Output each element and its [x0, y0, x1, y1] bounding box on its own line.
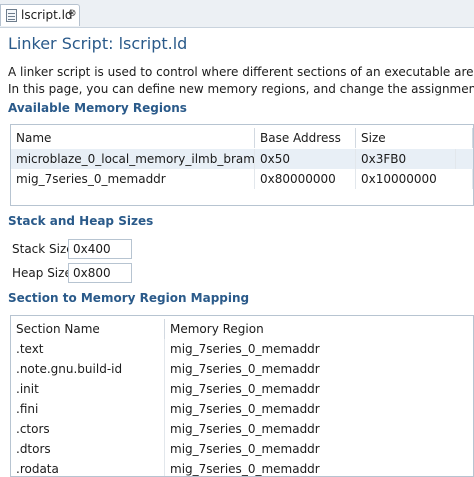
memory-regions-title: Available Memory Regions [8, 101, 187, 115]
table-header: Name Base Address Size [11, 128, 473, 148]
column-header-base-address[interactable]: Base Address [255, 128, 356, 148]
description: A linker script is used to control where… [8, 64, 474, 98]
table-row[interactable]: .rodata mig_7series_0_memaddr [11, 459, 473, 476]
table-row[interactable]: .dtors mig_7series_0_memaddr [11, 439, 473, 459]
region-size: 0x10000000 [356, 169, 473, 189]
region-base-address: 0x50 [255, 149, 356, 169]
stack-size-field[interactable]: 0x400 [68, 239, 132, 259]
memory-region: mig_7series_0_memaddr [170, 462, 320, 476]
section-name: .text [11, 339, 165, 359]
section-name: .rodata [11, 459, 165, 476]
tab-label: lscript.ld [21, 8, 73, 22]
description-line-2: In this page, you can define new memory … [8, 82, 474, 96]
heap-size-label: Heap Size [12, 266, 72, 280]
region-name: mig_7series_0_memaddr [11, 169, 255, 189]
description-line-1: A linker script is used to control where… [8, 65, 474, 79]
memory-region: mig_7series_0_memaddr [170, 342, 320, 356]
memory-region: mig_7series_0_memaddr [170, 362, 320, 376]
column-header-memory-region[interactable]: Memory Region [165, 319, 473, 339]
table-row[interactable]: microblaze_0_local_memory_ilmb_bram_if..… [11, 149, 473, 169]
region-base-address: 0x80000000 [255, 169, 356, 189]
table-row[interactable]: .text mig_7series_0_memaddr [11, 339, 473, 359]
memory-region: mig_7series_0_memaddr [170, 422, 320, 436]
section-name: .init [11, 379, 165, 399]
table-row[interactable]: .ctors mig_7series_0_memaddr [11, 419, 473, 439]
table-row[interactable]: mig_7series_0_memaddr 0x80000000 0x10000… [11, 169, 473, 189]
memory-regions-table: Name Base Address Size microblaze_0_loca… [10, 124, 474, 206]
stack-size-label: Stack Size [12, 242, 74, 256]
region-name: microblaze_0_local_memory_ilmb_bram_if..… [11, 149, 255, 169]
table-header: Section Name Memory Region [11, 319, 473, 339]
section-name: .fini [11, 399, 165, 419]
section-name: .note.gnu.build-id [11, 359, 165, 379]
table-row[interactable]: .note.gnu.build-id mig_7series_0_memaddr [11, 359, 473, 379]
table-row[interactable]: .fini mig_7series_0_memaddr [11, 399, 473, 419]
memory-region: mig_7series_0_memaddr [170, 382, 320, 396]
table-row[interactable]: .init mig_7series_0_memaddr [11, 379, 473, 399]
section-name: .dtors [11, 439, 165, 459]
column-header-size[interactable]: Size [356, 128, 473, 148]
column-header-name[interactable]: Name [11, 128, 255, 148]
stack-heap-title: Stack and Heap Sizes [8, 214, 154, 228]
region-size: 0x3FB0 [356, 149, 456, 169]
section-name: .ctors [11, 419, 165, 439]
memory-region: mig_7series_0_memaddr [170, 442, 320, 456]
close-icon[interactable]: ⊗ [68, 8, 76, 19]
linker-script-file-icon [6, 9, 17, 22]
page-title: Linker Script: lscript.ld [8, 34, 188, 53]
tab-lscript[interactable]: lscript.ld ⊗ [0, 4, 80, 26]
section-mapping-title: Section to Memory Region Mapping [8, 291, 250, 305]
heap-size-field[interactable]: 0x800 [68, 263, 132, 283]
memory-region: mig_7series_0_memaddr [170, 402, 320, 416]
editor-tab-bar: lscript.ld ⊗ [0, 0, 474, 28]
section-mapping-table: Section Name Memory Region .text mig_7se… [10, 315, 474, 477]
column-header-section-name[interactable]: Section Name [11, 319, 165, 339]
